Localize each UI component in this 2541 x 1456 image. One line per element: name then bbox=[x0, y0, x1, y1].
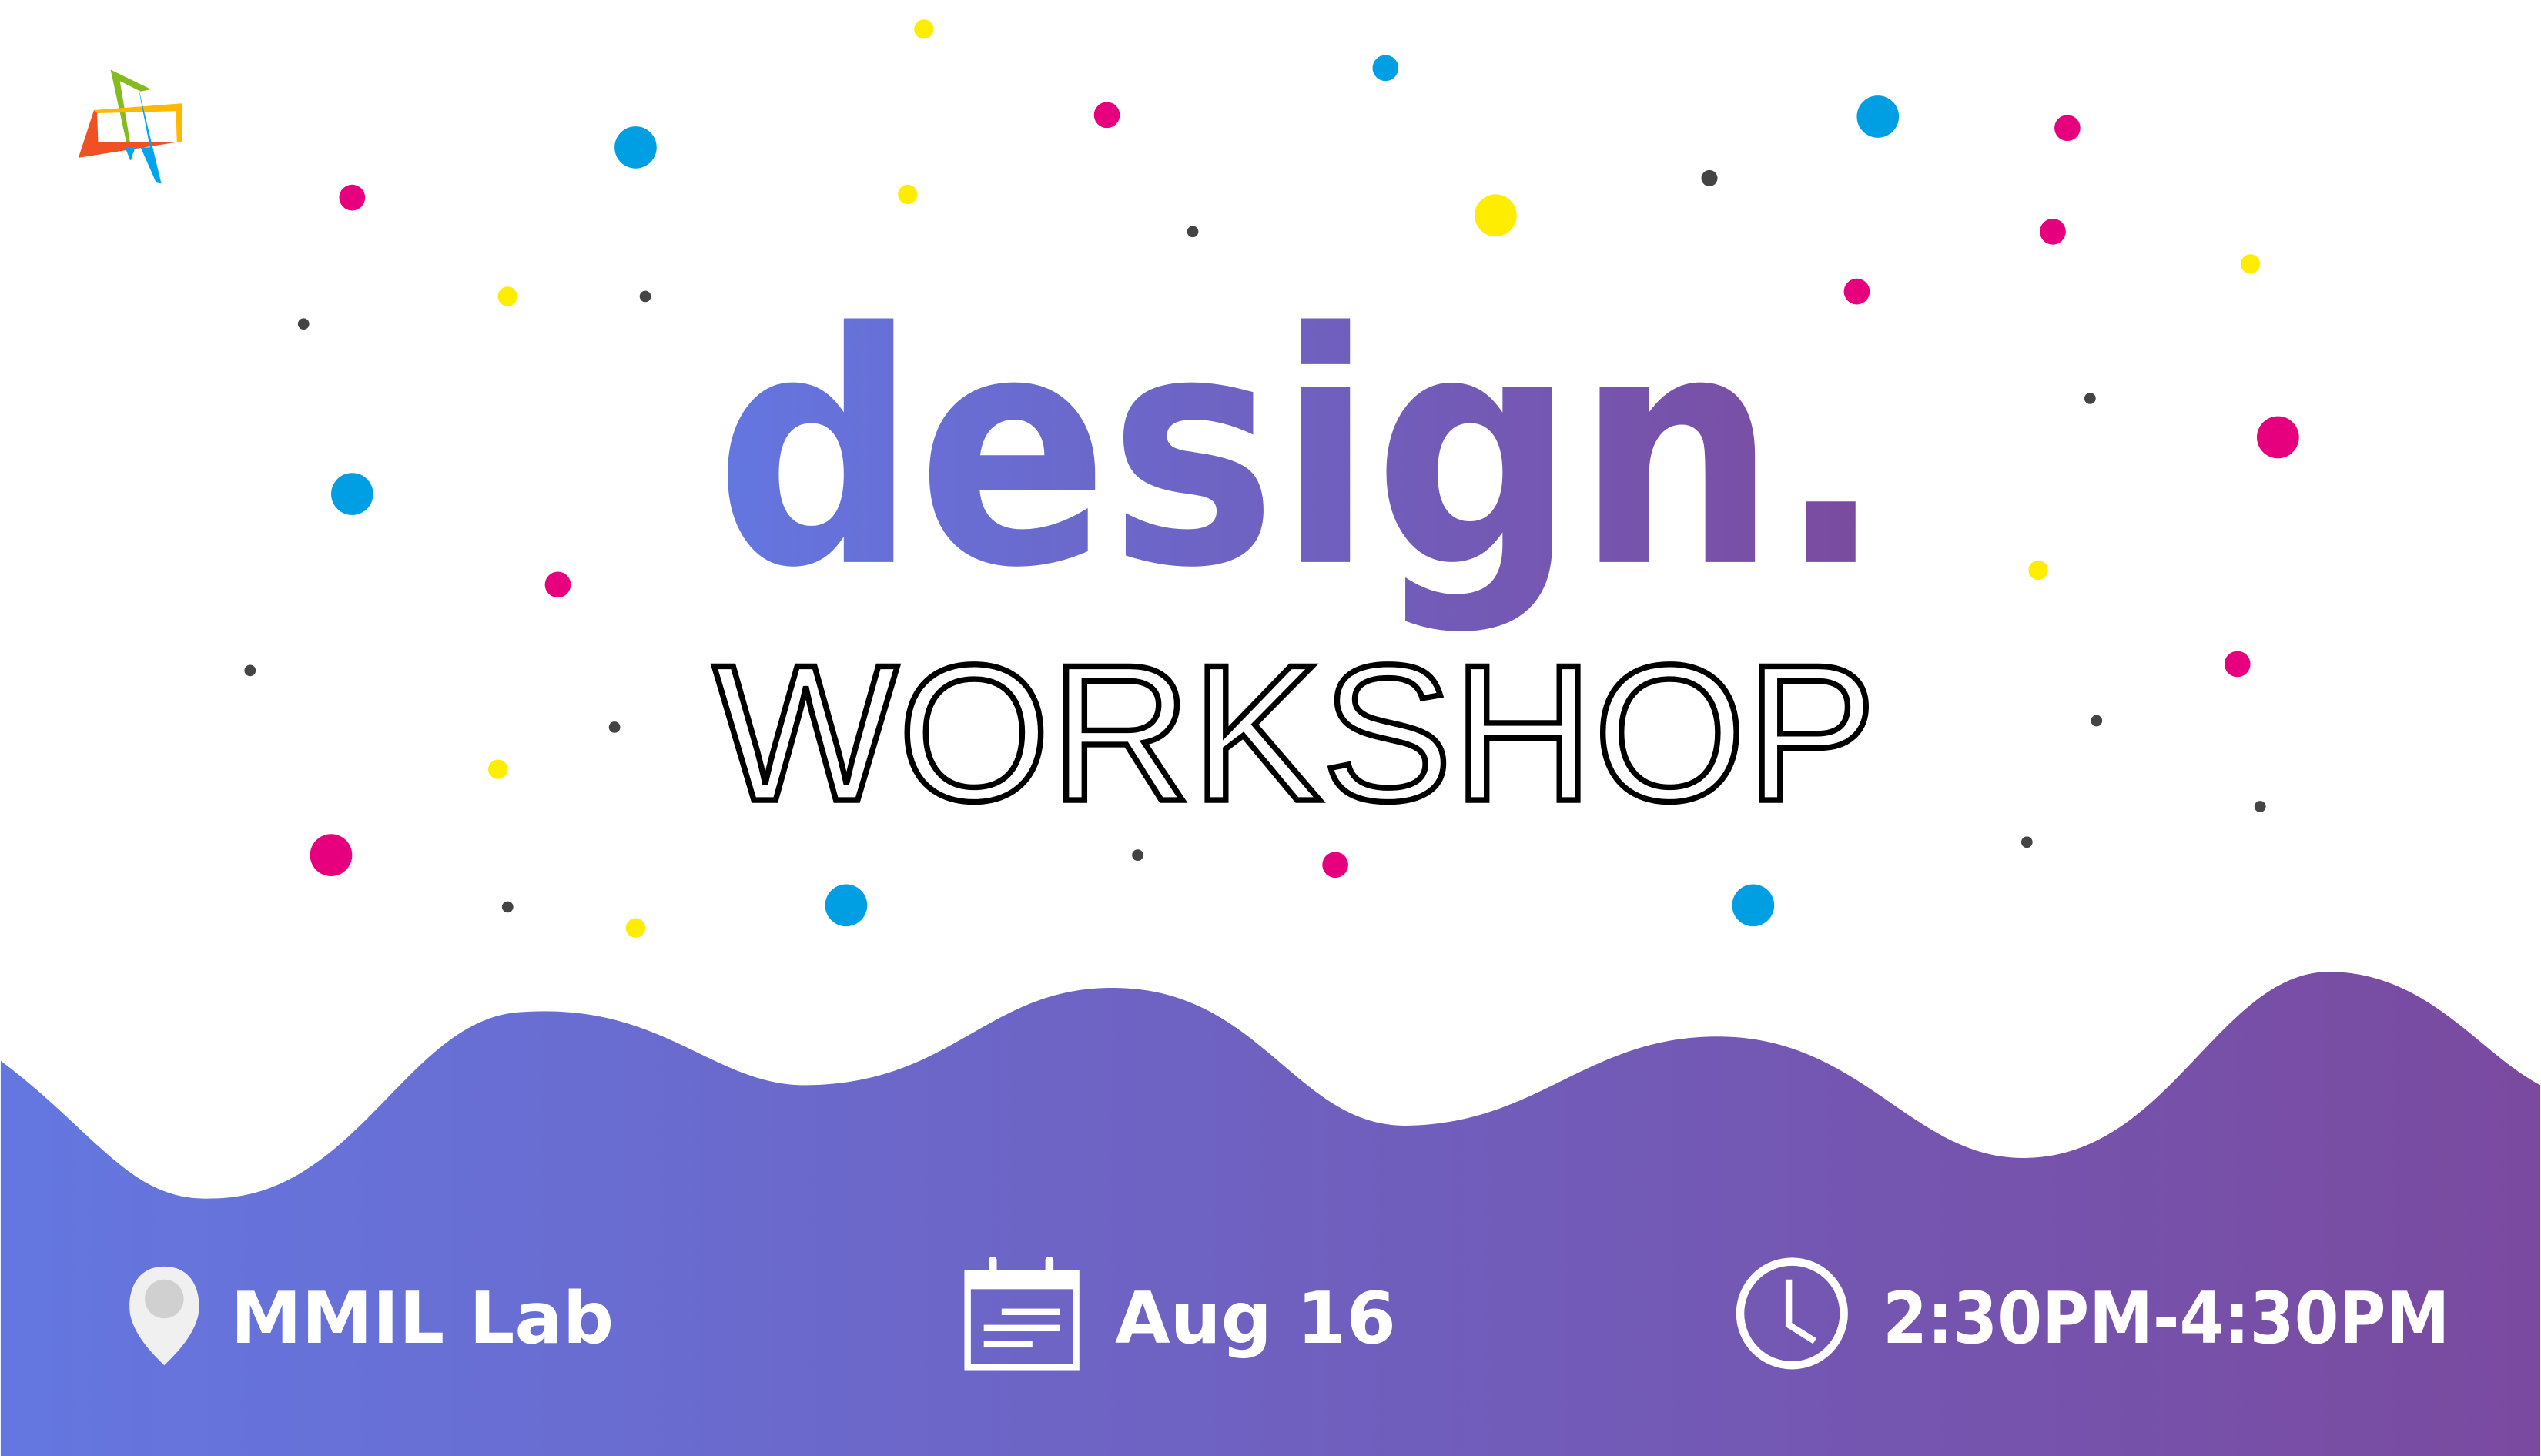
confetti-dot bbox=[2254, 801, 2266, 812]
confetti-dot bbox=[1856, 95, 1900, 138]
wave-banner bbox=[0, 972, 2541, 1456]
confetti-dot bbox=[544, 571, 571, 598]
time-text: 2:30PM-4:30PM bbox=[1883, 1277, 2449, 1360]
confetti-dot bbox=[2084, 393, 2096, 404]
workshop-poster: design. WORKSHOP MMIL Lab Aug 16 2:30PM-… bbox=[0, 19, 2541, 1456]
title-design: design. bbox=[715, 265, 1885, 638]
logo bbox=[78, 69, 182, 184]
confetti-dot bbox=[297, 318, 310, 330]
confetti-dot bbox=[1187, 226, 1199, 238]
confetti-dot bbox=[497, 286, 517, 306]
confetti-dot bbox=[310, 834, 353, 876]
confetti-dot bbox=[898, 184, 918, 205]
confetti-dot bbox=[2091, 715, 2103, 727]
confetti-dot bbox=[2054, 115, 2081, 141]
title-workshop: WORKSHOP bbox=[713, 624, 1876, 842]
confetti-dot bbox=[914, 19, 934, 39]
confetti-dot bbox=[244, 664, 256, 677]
confetti-dot bbox=[501, 901, 514, 913]
confetti-dot bbox=[1372, 55, 1399, 82]
confetti-dot bbox=[2257, 416, 2299, 459]
confetti-dot bbox=[2040, 218, 2066, 245]
confetti-dot bbox=[1132, 849, 1143, 861]
confetti-dot bbox=[2028, 560, 2048, 581]
confetti-dot bbox=[625, 918, 646, 938]
confetti-dot bbox=[825, 884, 868, 927]
confetti-dot bbox=[1701, 169, 1718, 186]
confetti-dot bbox=[339, 184, 366, 211]
confetti-dot bbox=[331, 473, 373, 515]
confetti-dot bbox=[2020, 836, 2033, 848]
confetti-dot bbox=[1093, 102, 1120, 129]
confetti-dot bbox=[2240, 254, 2261, 274]
confetti-dot bbox=[1475, 194, 1517, 237]
date-text: Aug 16 bbox=[1115, 1277, 1396, 1360]
location-text: MMIL Lab bbox=[231, 1277, 614, 1360]
confetti-dot bbox=[639, 290, 651, 303]
confetti-dot bbox=[608, 721, 621, 733]
confetti-dot bbox=[1322, 852, 1348, 879]
confetti-dot bbox=[2224, 651, 2251, 678]
confetti-dot bbox=[488, 759, 508, 779]
confetti-dot bbox=[1732, 884, 1775, 927]
confetti-dot bbox=[614, 126, 657, 169]
